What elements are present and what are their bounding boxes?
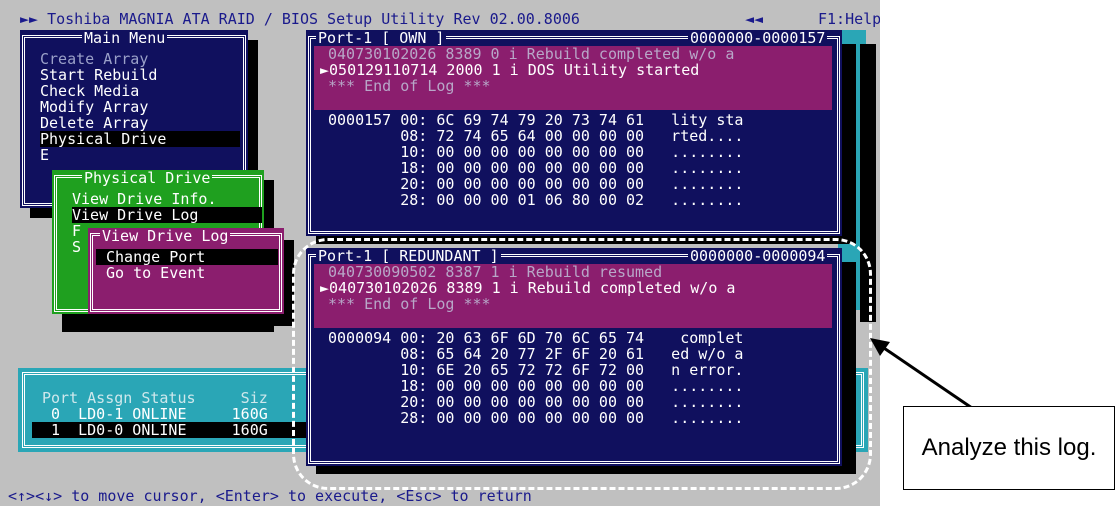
menu-item-start-rebuild[interactable]: Start Rebuild: [40, 67, 157, 83]
bios-screen: ►► Toshiba MAGNIA ATA RAID / BIOS Setup …: [0, 0, 880, 506]
hex-row: 28: 00 00 00 01 06 80 00 02 ........: [328, 191, 744, 209]
port-table-row[interactable]: 0 LD0-1 ONLINE 160G: [42, 406, 268, 422]
menu-item-view-drive-info[interactable]: View Drive Info.: [72, 191, 217, 207]
status-bar: <↑><↓> to move cursor, <Enter> to execut…: [8, 487, 532, 505]
log-entry-current[interactable]: ►050129110714 2000 1 i DOS Utility start…: [314, 62, 832, 78]
log-entry[interactable]: 040730102026 8389 0 i Rebuild completed …: [314, 46, 832, 62]
view-drive-log-menu: View Drive Log Change Port Go to Event: [88, 228, 284, 314]
title-bar: ►► Toshiba MAGNIA ATA RAID / BIOS Setup …: [0, 10, 880, 28]
main-menu-title: Main Menu: [82, 29, 168, 47]
help-hint[interactable]: F1:Help: [818, 11, 880, 27]
app-title: ►► Toshiba MAGNIA ATA RAID / BIOS Setup …: [20, 10, 580, 28]
menu-item-go-to-event[interactable]: Go to Event: [96, 265, 205, 281]
menu-item-view-drive-log[interactable]: View Drive Log: [72, 207, 262, 223]
view-drive-log-title: View Drive Log: [100, 227, 231, 245]
menu-item-exit[interactable]: E: [40, 147, 49, 163]
view-drive-log-items: Change Port Go to Event: [96, 249, 278, 313]
menu-item-s[interactable]: S: [72, 239, 81, 255]
physical-drive-title: Physical Drive: [82, 169, 213, 187]
own-hex-dump: 0000157 00: 6C 69 74 79 20 73 74 61 lity…: [328, 112, 743, 240]
menu-item-f[interactable]: F: [72, 223, 81, 239]
hex-row: 0000157 00: 6C 69 74 79 20 73 74 61 lity…: [328, 111, 744, 129]
own-log-entries: 040730102026 8389 0 i Rebuild completed …: [314, 46, 832, 110]
hex-row: 20: 00 00 00 00 00 00 00 00 ........: [328, 175, 744, 193]
hex-row: 18: 00 00 00 00 00 00 00 00 ........: [328, 159, 744, 177]
menu-item-physical-drive[interactable]: Physical Drive: [40, 131, 240, 147]
menu-item-create-array[interactable]: Create Array: [40, 51, 148, 67]
port-table-row-selected[interactable]: 1 LD0-0 ONLINE 160G: [32, 422, 332, 438]
callout-arrow-icon: [870, 338, 973, 410]
nav-arrows-icon: ◄◄: [745, 10, 764, 28]
hex-row: 08: 72 74 65 64 00 00 00 00 rted....: [328, 127, 744, 145]
menu-item-change-port[interactable]: Change Port: [96, 249, 278, 265]
menu-item-check-media[interactable]: Check Media: [40, 83, 139, 99]
highlight-dashed-outline: [292, 238, 872, 490]
own-log-title: Port-1 [ OWN ]: [316, 29, 447, 47]
callout-label: Analyze this log.: [903, 406, 1115, 490]
own-log-range: 0000000-0000157: [688, 29, 828, 47]
menu-item-delete-array[interactable]: Delete Array: [40, 115, 148, 131]
log-end-marker: *** End of Log ***: [328, 77, 491, 95]
port-table-header: Port Assgn Status Siz: [42, 389, 268, 407]
hex-row: 10: 00 00 00 00 00 00 00 00 ........: [328, 143, 744, 161]
own-log-window: Port-1 [ OWN ] 0000000-0000157 040730102…: [306, 30, 842, 236]
menu-item-modify-array[interactable]: Modify Array: [40, 99, 148, 115]
